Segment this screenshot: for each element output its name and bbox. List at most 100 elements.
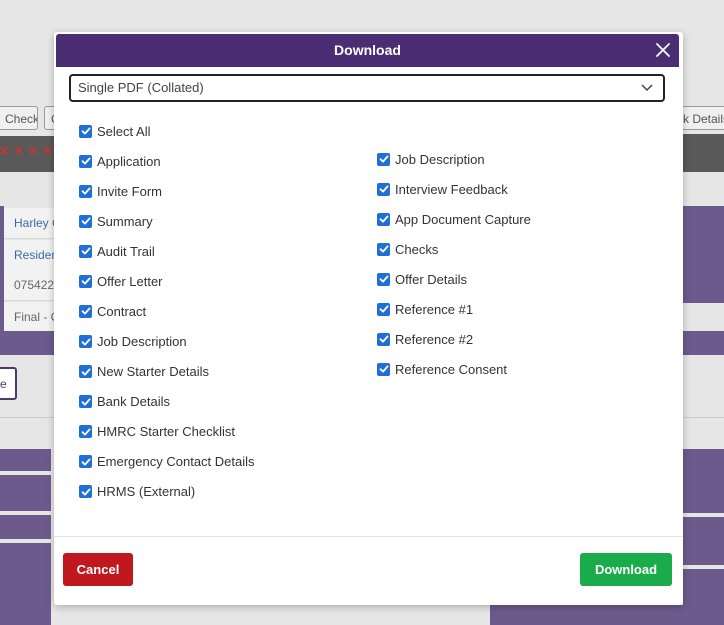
- checkbox[interactable]: [79, 184, 92, 198]
- check-icon: [379, 305, 388, 313]
- checkbox[interactable]: [79, 485, 92, 499]
- bg-cell-phone: 0754223: [4, 270, 57, 301]
- option-reference-1[interactable]: Reference #1: [377, 300, 473, 318]
- option-interview-feedback[interactable]: Interview Feedback: [377, 180, 508, 198]
- option-job-description[interactable]: Job Description: [79, 333, 187, 351]
- checkbox[interactable]: [79, 154, 92, 168]
- checkbox[interactable]: [377, 152, 390, 166]
- option-summary[interactable]: Summary: [79, 212, 153, 230]
- option-label: App Document Capture: [395, 211, 531, 227]
- check-icon: [379, 245, 388, 253]
- check-icon: [81, 458, 90, 466]
- bg-divider-left: [0, 417, 54, 418]
- check-icon: [81, 398, 90, 406]
- checkbox[interactable]: [79, 395, 92, 409]
- bg-cell-name: Harley C: [4, 208, 57, 239]
- cancel-button[interactable]: Cancel: [63, 553, 133, 586]
- checkbox[interactable]: [377, 272, 390, 286]
- option-label: Reference Consent: [395, 361, 508, 377]
- check-icon: [81, 217, 90, 225]
- check-icon: [81, 338, 90, 346]
- chevron-down-icon: [641, 84, 653, 92]
- option-select-all[interactable]: Select All: [79, 122, 150, 140]
- bg-table-row-right: [683, 517, 724, 565]
- option-label: Audit Trail: [97, 243, 155, 259]
- option-label: Job Description: [97, 334, 187, 350]
- option-application[interactable]: Application: [79, 152, 161, 170]
- check-icon: [379, 155, 388, 163]
- option-label: HMRC Starter Checklist: [97, 424, 235, 440]
- checkbox[interactable]: [79, 455, 92, 469]
- format-select-value: Single PDF (Collated): [78, 80, 204, 95]
- checkbox[interactable]: [79, 214, 92, 228]
- checkbox[interactable]: [79, 425, 92, 439]
- option-new-starter-details[interactable]: New Starter Details: [79, 363, 209, 381]
- download-button[interactable]: Download: [580, 553, 672, 586]
- bg-divider-right: [683, 417, 724, 418]
- checkbox[interactable]: [79, 365, 92, 379]
- option-label: New Starter Details: [97, 364, 209, 380]
- checkbox[interactable]: [79, 304, 92, 318]
- footer-divider: [54, 536, 683, 537]
- option-label: Application: [97, 153, 161, 169]
- checkbox[interactable]: [79, 244, 92, 258]
- option-app-document-capture[interactable]: App Document Capture: [377, 210, 531, 228]
- option-label: Bank Details: [97, 394, 170, 410]
- format-select[interactable]: Single PDF (Collated): [69, 74, 665, 102]
- option-reference-consent[interactable]: Reference Consent: [377, 360, 507, 378]
- check-icon: [379, 185, 388, 193]
- option-hmrc-starter-checklist[interactable]: HMRC Starter Checklist: [79, 423, 235, 441]
- check-icon: [81, 247, 90, 255]
- checkbox[interactable]: [79, 124, 92, 138]
- option-job-description[interactable]: Job Description: [377, 150, 485, 168]
- option-label: Reference #1: [395, 301, 474, 317]
- option-invite-form[interactable]: Invite Form: [79, 182, 162, 200]
- check-icon: [379, 335, 388, 343]
- check-icon: [81, 157, 90, 165]
- check-icon: [81, 127, 90, 135]
- bg-bank-details-button: k Details: [676, 106, 724, 130]
- bg-checks-button: Checks: [0, 106, 38, 130]
- option-emergency-contact-details[interactable]: Emergency Contact Details: [79, 453, 255, 471]
- close-icon[interactable]: [655, 42, 671, 58]
- bg-purple-panel-right: [683, 206, 724, 303]
- bg-table-row: [0, 543, 51, 625]
- check-icon: [81, 428, 90, 436]
- bg-purple-strip-left: [0, 331, 58, 355]
- checkbox[interactable]: [377, 242, 390, 256]
- checkbox[interactable]: [377, 362, 390, 376]
- option-label: Offer Details: [395, 271, 468, 287]
- check-icon: [81, 187, 90, 195]
- option-label: Interview Feedback: [395, 181, 508, 197]
- checkbox[interactable]: [79, 274, 92, 288]
- option-reference-2[interactable]: Reference #2: [377, 330, 473, 348]
- modal-header: Download: [56, 34, 679, 67]
- check-icon: [81, 368, 90, 376]
- option-contract[interactable]: Contract: [79, 302, 146, 320]
- option-audit-trail[interactable]: Audit Trail: [79, 242, 155, 260]
- bg-table-row: [0, 515, 51, 539]
- checkbox[interactable]: [79, 335, 92, 349]
- option-offer-details[interactable]: Offer Details: [377, 270, 467, 288]
- bg-side-button: e: [0, 367, 17, 400]
- check-icon: [81, 488, 90, 496]
- checkbox[interactable]: [377, 212, 390, 226]
- option-label: Select All: [97, 123, 151, 139]
- check-icon: [81, 277, 90, 285]
- checkbox[interactable]: [377, 332, 390, 346]
- bg-purple-footer: [490, 605, 724, 625]
- bg-table-row: [0, 475, 51, 511]
- option-hrms-external[interactable]: HRMS (External): [79, 483, 195, 501]
- check-icon: [81, 307, 90, 315]
- bg-table-row-right: [683, 449, 724, 513]
- option-label: Summary: [97, 213, 153, 229]
- download-modal: Download Single PDF (Collated) Select Al…: [54, 32, 683, 605]
- check-icon: [379, 365, 388, 373]
- checkbox[interactable]: [377, 302, 390, 316]
- option-bank-details[interactable]: Bank Details: [79, 393, 170, 411]
- bg-cell-address: Residen: [4, 240, 57, 271]
- checkbox[interactable]: [377, 182, 390, 196]
- option-checks[interactable]: Checks: [377, 240, 438, 258]
- option-offer-letter[interactable]: Offer Letter: [79, 272, 163, 290]
- check-icon: [379, 215, 388, 223]
